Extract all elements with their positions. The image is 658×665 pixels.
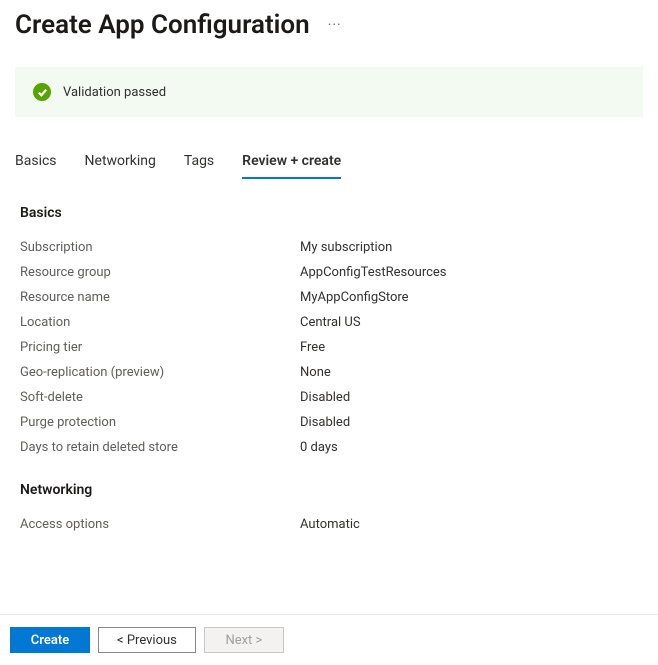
kv-value: Automatic — [300, 517, 360, 532]
tab-review-create[interactable]: Review + create — [242, 145, 341, 179]
kv-key: Resource name — [20, 290, 300, 305]
kv-key: Geo-replication (preview) — [20, 365, 300, 380]
kv-value: Free — [300, 340, 325, 355]
kv-row: Soft-delete Disabled — [20, 385, 638, 410]
previous-button[interactable]: < Previous — [98, 627, 196, 653]
kv-row: Purge protection Disabled — [20, 410, 638, 435]
tab-basics[interactable]: Basics — [15, 145, 57, 179]
section-heading-basics: Basics — [20, 205, 638, 221]
page-title: Create App Configuration — [15, 10, 310, 40]
kv-row: Pricing tier Free — [20, 335, 638, 360]
kv-row: Geo-replication (preview) None — [20, 360, 638, 385]
kv-key: Soft-delete — [20, 390, 300, 405]
check-circle-icon — [33, 83, 51, 101]
footer-actions: Create < Previous Next > — [0, 614, 658, 665]
kv-value: MyAppConfigStore — [300, 290, 409, 305]
kv-row: Resource name MyAppConfigStore — [20, 285, 638, 310]
kv-row: Resource group AppConfigTestResources — [20, 260, 638, 285]
kv-key: Subscription — [20, 240, 300, 255]
kv-key: Location — [20, 315, 300, 330]
kv-value: None — [300, 365, 331, 380]
kv-key: Pricing tier — [20, 340, 300, 355]
tabs-container: Basics Networking Tags Review + create — [15, 145, 643, 180]
kv-key: Days to retain deleted store — [20, 440, 300, 455]
kv-row: Days to retain deleted store 0 days — [20, 435, 638, 460]
kv-key: Purge protection — [20, 415, 300, 430]
kv-value: Disabled — [300, 390, 350, 405]
kv-key: Resource group — [20, 265, 300, 280]
kv-row: Subscription My subscription — [20, 235, 638, 260]
tab-tags[interactable]: Tags — [184, 145, 214, 179]
tab-networking[interactable]: Networking — [85, 145, 156, 179]
kv-value: My subscription — [300, 240, 392, 255]
more-menu-icon[interactable]: ··· — [328, 17, 342, 33]
section-heading-networking: Networking — [20, 482, 638, 498]
kv-value: Central US — [300, 315, 361, 330]
review-content: Basics Subscription My subscription Reso… — [0, 180, 658, 537]
kv-row: Access options Automatic — [20, 512, 638, 537]
next-button: Next > — [204, 627, 284, 653]
kv-value: Disabled — [300, 415, 350, 430]
validation-message: Validation passed — [63, 85, 166, 100]
validation-banner: Validation passed — [15, 67, 643, 117]
create-button[interactable]: Create — [10, 627, 90, 653]
kv-value: 0 days — [300, 440, 338, 455]
kv-value: AppConfigTestResources — [300, 265, 447, 280]
kv-key: Access options — [20, 517, 300, 532]
kv-row: Location Central US — [20, 310, 638, 335]
